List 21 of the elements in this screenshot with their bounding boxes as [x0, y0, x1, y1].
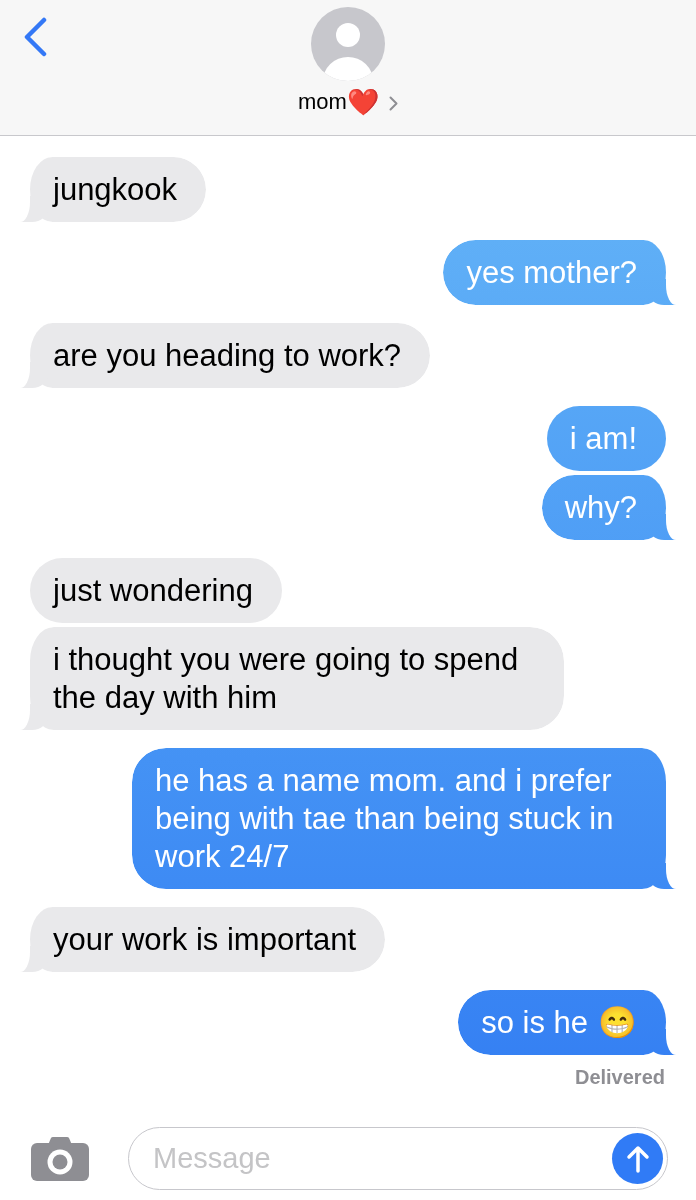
chevron-right-icon [388, 95, 398, 111]
arrow-up-icon [625, 1144, 650, 1173]
delivered-status: Delivered [574, 1065, 665, 1089]
sent-message-bubble: why? [541, 475, 676, 540]
message-field[interactable]: Message [128, 1127, 668, 1190]
received-message-bubble: are you heading to work? [20, 323, 431, 388]
received-message-bubble: just wondering [30, 558, 282, 623]
back-chevron-icon [22, 17, 48, 57]
grinning-face-icon: 😁 [598, 1004, 637, 1040]
contact-name-button[interactable]: mom❤ [298, 88, 398, 116]
received-message-bubble: jungkook [20, 157, 207, 222]
received-message-bubble: i thought you were going to spend the day with him [20, 627, 564, 730]
received-message-bubble: your work is important [20, 907, 386, 972]
sent-message-bubble: yes mother? [443, 240, 676, 305]
camera-icon[interactable] [31, 1136, 89, 1181]
send-button[interactable] [612, 1133, 663, 1184]
heart-icon: ❤ [346, 88, 379, 116]
sent-message-bubble: i am! [546, 406, 666, 471]
sent-message-bubble: he has a name mom. and i prefer being with tae than being stuck in work 24/7 [132, 748, 676, 889]
back-button[interactable] [22, 17, 48, 57]
message-text: so is he [481, 1004, 588, 1040]
